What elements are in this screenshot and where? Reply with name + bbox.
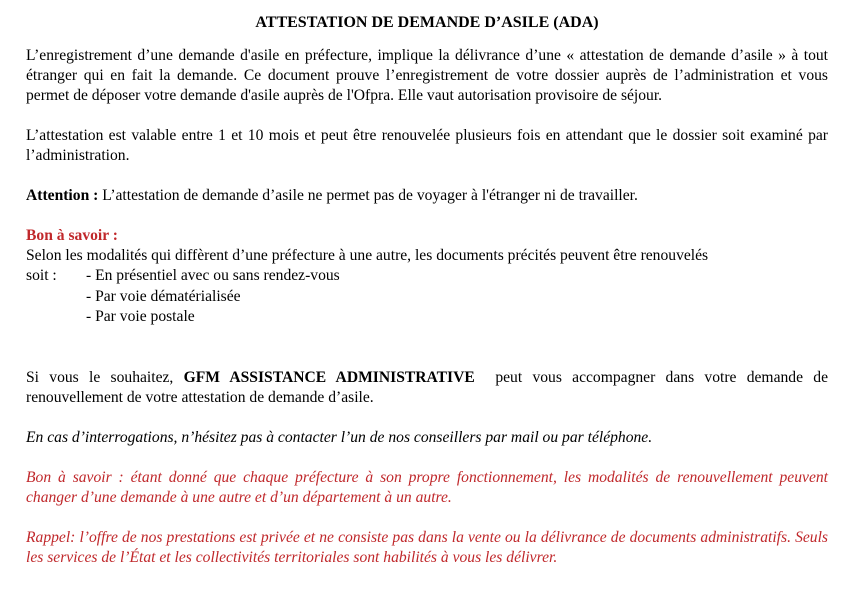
assistance-pre: Si vous le souhaitez, xyxy=(26,368,184,386)
good-to-know-heading: Bon à savoir : xyxy=(26,227,118,244)
document-title: ATTESTATION DE DEMANDE D’ASILE (ADA) xyxy=(255,14,599,31)
assistance-paragraph: Si vous le souhaitez, GFM ASSISTANCE ADM… xyxy=(26,368,828,408)
document-page: ATTESTATION DE DEMANDE D’ASILE (ADA) L’e… xyxy=(0,0,854,610)
attention-text: L’attestation de demande d’asile ne perm… xyxy=(98,187,638,204)
reminder-paragraph: Rappel: l’offre de nos prestations est p… xyxy=(26,528,828,566)
list-lead: soit : xyxy=(26,267,57,284)
attention-label: Attention : xyxy=(26,187,99,204)
company-name: GFM ASSISTANCE ADMINISTRATIVE xyxy=(183,368,475,386)
intro-paragraph: L’enregistrement d’une demande d'asile e… xyxy=(26,47,828,104)
validity-paragraph: L’attestation est valable entre 1 et 10 … xyxy=(26,127,828,164)
list-first-row: soit : - En présentiel avec ou sans rend… xyxy=(26,266,828,287)
list-item: - En présentiel avec ou sans rendez-vous xyxy=(86,267,340,284)
good-to-know-text: Selon les modalités qui diffèrent d’une … xyxy=(26,247,709,264)
prefecture-note: Bon à savoir : étant donné que chaque pr… xyxy=(26,468,828,506)
attention-paragraph: Attention : L’attestation de demande d’a… xyxy=(26,186,828,206)
list-item: - Par voie postale xyxy=(86,308,195,325)
contact-paragraph: En cas d’interrogations, n’hésitez pas à… xyxy=(26,428,653,446)
list-item: - Par voie dématérialisée xyxy=(86,287,241,305)
